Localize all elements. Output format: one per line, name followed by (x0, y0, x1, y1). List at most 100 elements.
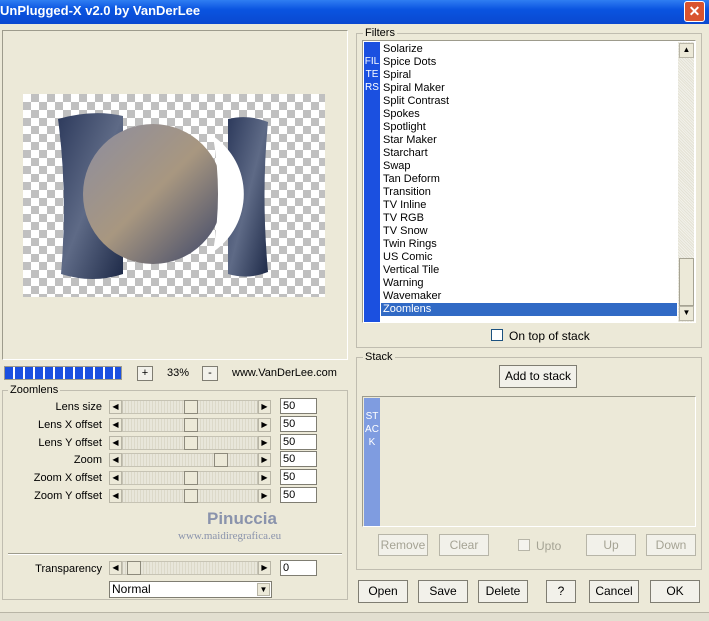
param-value-field[interactable]: 50 (280, 487, 317, 503)
param-value-field[interactable]: 50 (280, 416, 317, 432)
transparency-thumb[interactable] (127, 561, 141, 575)
delete-button[interactable]: Delete (478, 580, 528, 603)
param-left-arrow[interactable]: ◀ (109, 418, 122, 432)
stack-side-label: STACK (365, 411, 379, 448)
param-value-field[interactable]: 50 (280, 451, 317, 467)
param-label: Lens X offset (37, 419, 102, 431)
filters-group-label: Filters (363, 27, 397, 39)
on-top-checkbox[interactable] (491, 329, 503, 341)
scroll-up-arrow[interactable]: ▲ (679, 43, 694, 58)
param-left-arrow[interactable]: ◀ (109, 453, 122, 467)
param-slider-thumb[interactable] (184, 418, 198, 432)
upto-label: Upto (536, 539, 562, 553)
param-label: Lens size (55, 401, 102, 413)
close-icon: ✕ (688, 3, 701, 19)
param-slider-thumb[interactable] (184, 489, 198, 503)
filter-list-item[interactable]: Spokes (381, 108, 677, 121)
blend-mode-value: Normal (112, 582, 151, 596)
scroll-thumb[interactable] (679, 258, 694, 306)
up-button[interactable]: Up (586, 534, 636, 556)
param-right-arrow[interactable]: ▶ (258, 489, 271, 503)
filter-list-item[interactable]: US Comic (381, 251, 677, 264)
close-button[interactable]: ✕ (684, 1, 705, 22)
filter-list-item[interactable]: Solarize (381, 43, 677, 56)
filter-list-item[interactable]: Spice Dots (381, 56, 677, 69)
filter-list-item[interactable]: Star Maker (381, 134, 677, 147)
filter-list: Solarize Spice Dots Spiral Spiral Maker Spli… (381, 43, 677, 316)
vanderlee-link[interactable]: www.VanDerLee.com (232, 367, 337, 379)
param-value-field[interactable]: 50 (280, 434, 317, 450)
zoom-out-button[interactable]: - (202, 366, 218, 381)
filter-list-item[interactable]: TV RGB (381, 212, 677, 225)
add-to-stack-button[interactable]: Add to stack (499, 365, 577, 388)
progress-bar (4, 366, 122, 380)
param-right-arrow[interactable]: ▶ (258, 418, 271, 432)
preview-canvas[interactable] (23, 94, 325, 297)
filter-list-item[interactable]: TV Inline (381, 199, 677, 212)
filter-list-item[interactable]: Wavemaker (381, 290, 677, 303)
down-button[interactable]: Down (646, 534, 696, 556)
param-left-arrow[interactable]: ◀ (109, 436, 122, 450)
param-slider[interactable] (122, 453, 258, 467)
filter-list-item[interactable]: Zoomlens (381, 303, 677, 316)
filter-list-item[interactable]: TV Snow (381, 225, 677, 238)
zoom-value: 33% (166, 367, 190, 379)
param-right-arrow[interactable]: ▶ (258, 400, 271, 414)
watermark-url: www.maidiregrafica.eu (178, 530, 282, 542)
upto-checkbox[interactable] (518, 539, 530, 551)
filter-list-item[interactable]: Starchart (381, 147, 677, 160)
filter-list-item[interactable]: Warning (381, 277, 677, 290)
param-right-arrow[interactable]: ▶ (258, 453, 271, 467)
filter-list-item[interactable]: Swap (381, 160, 677, 173)
filter-list-item[interactable]: Split Contrast (381, 95, 677, 108)
ok-button[interactable]: OK (650, 580, 700, 603)
remove-button[interactable]: Remove (378, 534, 428, 556)
param-label: Zoom Y offset (34, 490, 102, 502)
filter-list-item[interactable]: Vertical Tile (381, 264, 677, 277)
param-value-field[interactable]: 50 (280, 469, 317, 485)
divider (8, 553, 342, 555)
open-button[interactable]: Open (358, 580, 408, 603)
filter-list-item[interactable]: Tan Deform (381, 173, 677, 186)
param-label: Zoom X offset (33, 472, 102, 484)
chevron-down-icon: ▼ (257, 583, 270, 596)
transparency-left-arrow[interactable]: ◀ (109, 561, 122, 575)
filter-list-item[interactable]: Spotlight (381, 121, 677, 134)
preview-image (58, 113, 268, 279)
param-left-arrow[interactable]: ◀ (109, 489, 122, 503)
param-slider-thumb[interactable] (184, 436, 198, 450)
param-slider-thumb[interactable] (184, 471, 198, 485)
scroll-down-arrow[interactable]: ▼ (679, 306, 694, 321)
stack-listbox[interactable] (362, 396, 696, 527)
zoomlens-group-label: Zoomlens (8, 384, 61, 396)
save-button[interactable]: Save (418, 580, 468, 603)
param-label: Lens Y offset (38, 437, 102, 449)
help-button[interactable]: ? (546, 580, 576, 603)
param-slider-thumb[interactable] (184, 400, 198, 414)
transparency-right-arrow[interactable]: ▶ (258, 561, 271, 575)
title-bar: UnPlugged-X v2.0 by VanDerLee ✕ (0, 0, 709, 24)
window-title: UnPlugged-X v2.0 by VanDerLee (0, 3, 201, 18)
stack-group-label: Stack (363, 351, 395, 363)
param-left-arrow[interactable]: ◀ (109, 471, 122, 485)
transparency-slider[interactable] (122, 561, 258, 575)
filters-side-label: FILTERS (364, 56, 380, 93)
param-label: Zoom (73, 454, 102, 466)
blend-mode-select[interactable]: Normal ▼ (109, 581, 272, 598)
clear-button[interactable]: Clear (439, 534, 489, 556)
param-value-field[interactable]: 50 (280, 398, 317, 414)
param-left-arrow[interactable]: ◀ (109, 400, 122, 414)
zoom-in-button[interactable]: + (137, 366, 153, 381)
filter-list-item[interactable]: Twin Rings (381, 238, 677, 251)
param-right-arrow[interactable]: ▶ (258, 471, 271, 485)
filter-list-item[interactable]: Spiral Maker (381, 82, 677, 95)
transparency-field[interactable]: 0 (280, 560, 317, 576)
filter-list-item[interactable]: Transition (381, 186, 677, 199)
watermark-name: Pinuccia (207, 509, 277, 528)
param-slider-thumb[interactable] (214, 453, 228, 467)
transparency-label: Transparency (35, 563, 102, 575)
cancel-button[interactable]: Cancel (589, 580, 639, 603)
on-top-label: On top of stack (509, 329, 590, 343)
param-right-arrow[interactable]: ▶ (258, 436, 271, 450)
filter-list-item[interactable]: Spiral (381, 69, 677, 82)
